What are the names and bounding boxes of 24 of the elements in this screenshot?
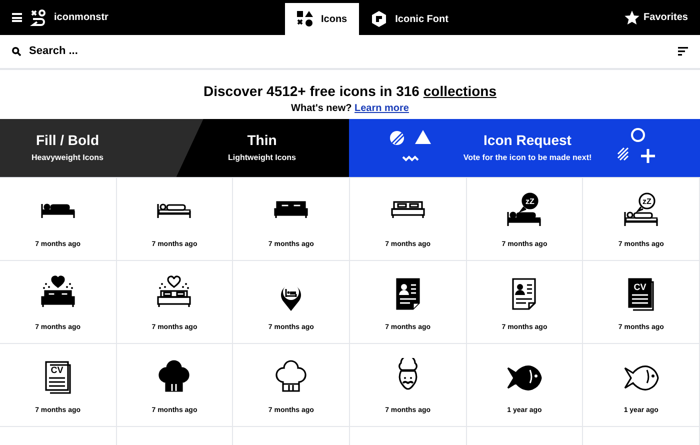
icon-request-banner[interactable]: Icon Request Vote for the icon to be made next! <box>349 119 700 177</box>
banner-subtitle: Heavyweight Icons <box>31 152 104 164</box>
shapes-icon <box>297 11 313 27</box>
sort-icon[interactable] <box>678 47 688 56</box>
whats-new-text: What's new? <box>291 103 352 114</box>
thin-banner[interactable]: Thin Lightweight Icons <box>175 119 349 177</box>
nav-tab[interactable]: Icons <box>285 3 360 35</box>
menu-icon[interactable] <box>12 13 22 22</box>
banner-title: Fill / Bold <box>36 132 99 150</box>
search-icon <box>12 47 21 56</box>
search-field[interactable]: Search ... <box>29 43 670 60</box>
banner-title: Icon Request <box>484 132 572 150</box>
logo-icon <box>30 8 46 26</box>
headline: Discover 4512+ free icons in 316 <box>204 83 420 99</box>
fill-banner[interactable]: Fill / Bold Heavyweight Icons <box>0 119 175 177</box>
collections-link[interactable]: collections <box>423 83 496 99</box>
hexagon-icon <box>371 11 388 27</box>
star-icon <box>624 10 640 26</box>
banner-title: Thin <box>247 132 277 150</box>
learn-more-link[interactable]: Learn more <box>354 103 409 114</box>
banner-subtitle: Lightweight Icons <box>228 152 296 164</box>
logo-text[interactable]: iconmonstr <box>54 10 108 25</box>
banner-subtitle: Vote for the icon to be made next! <box>463 152 592 164</box>
favorites-link[interactable]: Favorites <box>624 10 700 26</box>
